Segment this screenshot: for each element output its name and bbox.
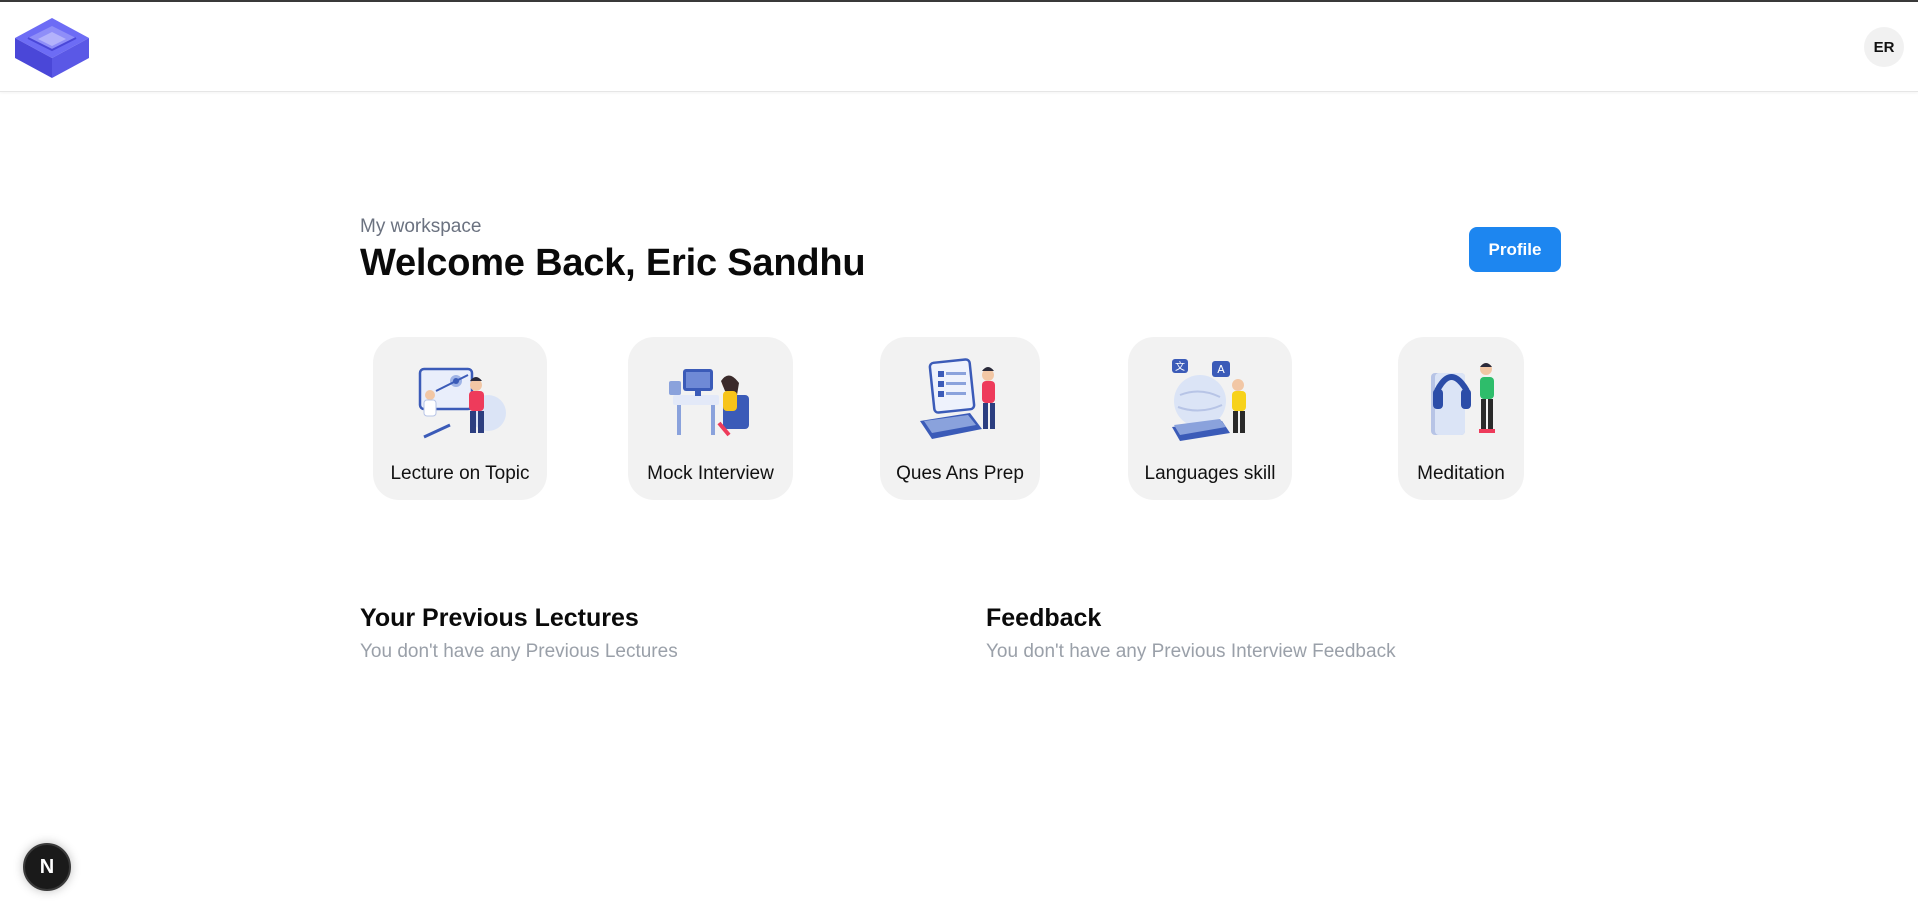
header: ER bbox=[0, 2, 1918, 92]
card-languages-skill[interactable]: 文 A Languages skill bbox=[1128, 337, 1292, 500]
card-meditation[interactable]: Meditation bbox=[1398, 337, 1524, 500]
svg-text:文: 文 bbox=[1175, 360, 1185, 373]
interview-illustration-icon bbox=[661, 351, 761, 451]
lecture-illustration-icon bbox=[410, 351, 510, 451]
welcome-title: Welcome Back, Eric Sandhu bbox=[360, 242, 866, 284]
feedback-title: Feedback bbox=[986, 604, 1102, 632]
card-lecture-on-topic[interactable]: Lecture on Topic bbox=[373, 337, 547, 500]
qa-illustration-icon bbox=[910, 351, 1010, 451]
card-label: Meditation bbox=[1417, 463, 1505, 484]
previous-lectures-title: Your Previous Lectures bbox=[360, 604, 639, 632]
card-label: Languages skill bbox=[1144, 463, 1276, 484]
card-label: Mock Interview bbox=[647, 463, 774, 484]
card-label: Ques Ans Prep bbox=[896, 463, 1024, 484]
svg-text:A: A bbox=[1217, 363, 1225, 376]
languages-illustration-icon: 文 A bbox=[1160, 351, 1260, 451]
meditation-illustration-icon bbox=[1411, 351, 1511, 451]
feedback-empty: You don't have any Previous Interview Fe… bbox=[986, 641, 1396, 662]
nextjs-dev-badge-icon[interactable]: N bbox=[23, 843, 71, 891]
card-mock-interview[interactable]: Mock Interview bbox=[628, 337, 793, 500]
card-ques-ans-prep[interactable]: Ques Ans Prep bbox=[880, 337, 1040, 500]
previous-lectures-empty: You don't have any Previous Lectures bbox=[360, 641, 678, 662]
user-avatar[interactable]: ER bbox=[1864, 27, 1904, 67]
logo-icon[interactable] bbox=[12, 16, 92, 80]
card-label: Lecture on Topic bbox=[390, 463, 530, 484]
profile-button[interactable]: Profile bbox=[1469, 227, 1561, 272]
workspace-subtitle: My workspace bbox=[360, 216, 482, 237]
